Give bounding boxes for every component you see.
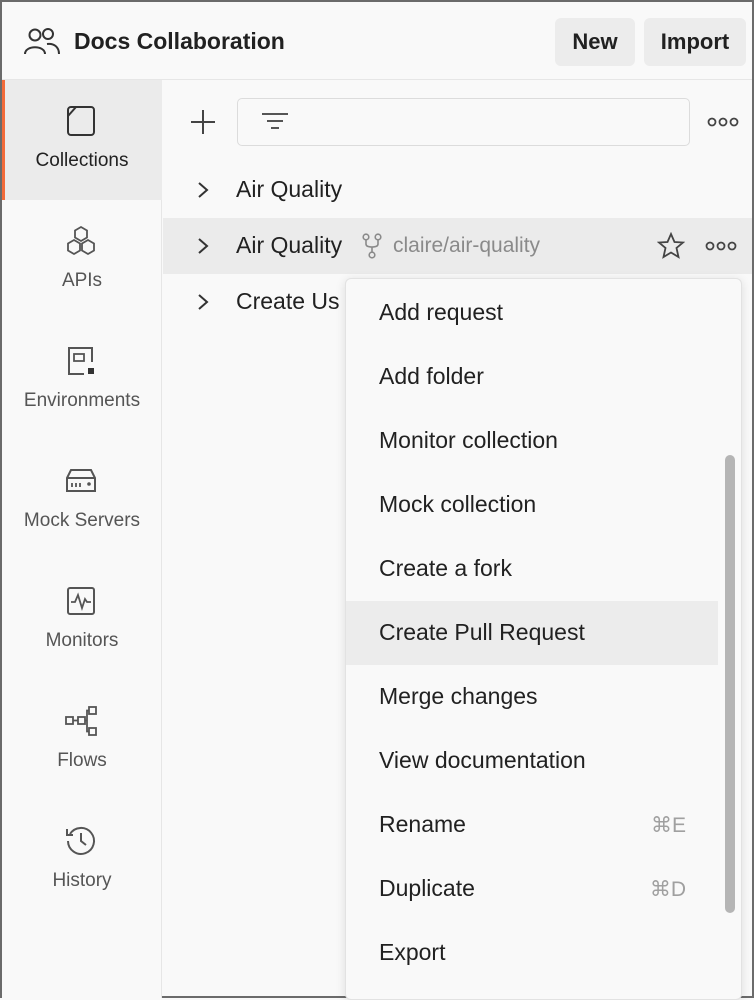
collection-name: Air Quality — [236, 232, 343, 258]
collection-name: Create Us — [236, 288, 340, 314]
menu-item-label: Add request — [379, 299, 504, 325]
sidebar-item-mock-servers[interactable]: Mock Servers — [2, 440, 162, 560]
menu-item-rename[interactable]: Rename ⌘E — [346, 793, 718, 857]
sidebar-item-label: Environments — [23, 390, 141, 411]
app-window: Docs Collaboration New Import Collection… — [0, 0, 754, 1000]
sidebar-item-label: Monitors — [45, 630, 119, 651]
menu-item-label: Rename — [379, 811, 466, 837]
sidebar-item-label: APIs — [61, 270, 103, 291]
filter-icon — [262, 113, 288, 129]
collections-icon — [67, 106, 95, 136]
menu-item-label: Create a fork — [379, 555, 512, 581]
filter-input[interactable] — [237, 98, 690, 146]
sidebar-item-label: Mock Servers — [23, 510, 141, 531]
sidebar-item-label: Flows — [57, 750, 107, 771]
apis-icon — [67, 225, 95, 256]
menu-item-label: Export — [379, 939, 446, 965]
menu-item-view-documentation[interactable]: View documentation — [346, 729, 718, 793]
fork-source-label: claire/air-quality — [393, 234, 541, 257]
workspace-header: Docs Collaboration New Import — [2, 2, 752, 80]
more-options-icon[interactable] — [707, 112, 739, 132]
fork-icon — [362, 233, 382, 259]
star-icon[interactable] — [657, 232, 685, 260]
menu-item-mock-collection[interactable]: Mock collection — [346, 473, 718, 537]
chevron-right-icon[interactable] — [195, 237, 211, 255]
menu-item-label: Merge changes — [379, 683, 538, 709]
menu-item-add-folder[interactable]: Add folder — [346, 345, 718, 409]
sidebar-item-history[interactable]: History — [2, 800, 162, 920]
sidebar-item-flows[interactable]: Flows — [2, 680, 162, 800]
menu-item-label: Add folder — [379, 363, 484, 389]
history-icon — [66, 826, 95, 855]
workspace-title: Docs Collaboration — [74, 28, 285, 54]
sidebar-item-environments[interactable]: Environments — [2, 320, 162, 440]
collection-context-menu: Add request Add folder Monitor collectio… — [345, 278, 742, 1000]
sidebar-item-monitors[interactable]: Monitors — [2, 560, 162, 680]
environments-icon — [68, 347, 94, 375]
menu-item-label: Mock collection — [379, 491, 537, 517]
rename-shortcut: ⌘E — [650, 814, 686, 837]
collection-row[interactable]: Air Quality claire/air-quality — [163, 218, 752, 274]
menu-item-create-fork[interactable]: Create a fork — [346, 537, 718, 601]
menu-item-export[interactable]: Export — [346, 921, 718, 985]
menu-item-merge-changes[interactable]: Merge changes — [346, 665, 718, 729]
menu-item-label: View documentation — [379, 747, 586, 773]
menu-item-label: Monitor collection — [379, 427, 558, 453]
menu-item-label: Create Pull Request — [379, 619, 585, 645]
monitors-icon — [67, 587, 95, 615]
collection-row[interactable]: Air Quality — [163, 162, 752, 218]
new-button[interactable]: New — [555, 18, 635, 66]
menu-scrollbar[interactable] — [725, 455, 735, 913]
more-options-icon[interactable] — [705, 236, 737, 256]
menu-item-monitor-collection[interactable]: Monitor collection — [346, 409, 718, 473]
chevron-right-icon[interactable] — [195, 181, 211, 199]
sidebar-item-label: History — [52, 870, 112, 891]
import-button[interactable]: Import — [644, 18, 746, 66]
sidebar-item-apis[interactable]: APIs — [2, 200, 162, 320]
menu-item-create-pull-request[interactable]: Create Pull Request — [346, 601, 718, 665]
sidebar-item-label: Collections — [35, 150, 129, 171]
chevron-right-icon[interactable] — [195, 293, 211, 311]
team-icon — [24, 28, 60, 55]
sidebar: Collections APIs Environments Mock Serve… — [2, 80, 162, 998]
mock-servers-icon — [66, 469, 96, 492]
sidebar-item-collections[interactable]: Collections — [2, 80, 162, 200]
menu-item-duplicate[interactable]: Duplicate ⌘D — [346, 857, 718, 921]
duplicate-shortcut: ⌘D — [649, 878, 686, 901]
add-collection-icon[interactable] — [189, 108, 217, 136]
menu-item-label: Duplicate — [379, 875, 475, 901]
flows-icon — [65, 706, 97, 736]
menu-item-add-request[interactable]: Add request — [346, 281, 718, 345]
collection-name: Air Quality — [236, 176, 343, 202]
